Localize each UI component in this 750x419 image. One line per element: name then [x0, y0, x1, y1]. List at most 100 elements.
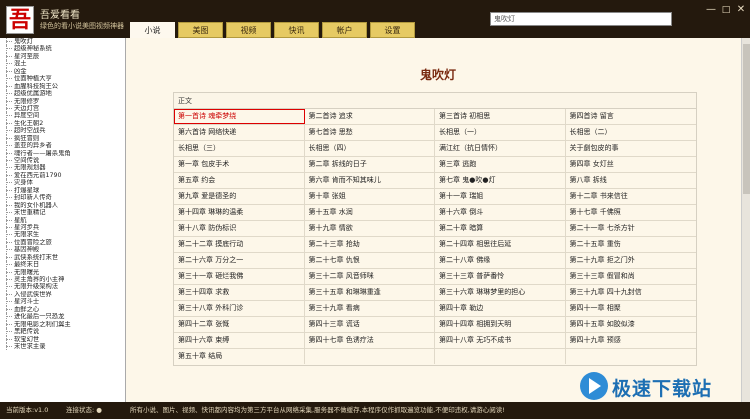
chapter-link[interactable]: 第七章 鬼●吹●灯 — [435, 173, 566, 188]
novel-list-item[interactable]: 天边灯宫 — [0, 104, 125, 113]
chapter-link[interactable]: 第三十九章 看病 — [305, 301, 435, 316]
chapter-link[interactable]: 第三十九章 四十九封信 — [566, 285, 697, 300]
chapter-link[interactable]: 第二首诗 追求 — [305, 109, 435, 124]
chapter-link[interactable]: 第二十一章 七杀方针 — [566, 221, 697, 236]
chapter-link[interactable]: 第二十八章 佛缘 — [435, 253, 566, 268]
minimize-icon[interactable]: — — [704, 4, 718, 16]
novel-list-item[interactable]: 爱在西元前1790 — [0, 171, 125, 180]
novel-list-item[interactable]: 疯狂冒则 — [0, 134, 125, 143]
chapter-link[interactable]: 第七首诗 思愁 — [305, 125, 435, 140]
novel-list-item[interactable]: 末世重精记 — [0, 209, 125, 217]
novel-list-item[interactable]: 基因神殿 — [0, 246, 125, 254]
novel-list-item[interactable]: 软宝幻世 — [0, 335, 125, 343]
novel-list-item[interactable]: 末世求主录 — [0, 342, 125, 351]
chapter-link[interactable]: 第四十六章 束缚 — [174, 333, 305, 348]
tab-account[interactable]: 帐户 — [322, 22, 367, 38]
chapter-link[interactable]: 第四十五章 如胶似漆 — [566, 317, 697, 332]
chapter-link[interactable]: 第四十八章 无巧不成书 — [435, 333, 566, 348]
novel-list-item[interactable]: 灾身体 — [0, 179, 125, 187]
novel-list-item[interactable]: 鬼吹灯 — [0, 38, 125, 46]
novel-list-item[interactable]: 超级神秘系统 — [0, 45, 125, 53]
chapter-link[interactable]: 第五十章 结局 — [174, 349, 305, 364]
novel-list-item[interactable]: 位面种植大亨 — [0, 75, 125, 83]
chapter-link[interactable]: 第四首诗 留言 — [566, 109, 697, 124]
novel-list-item[interactable]: 无限升级架构法 — [0, 283, 125, 291]
tab-settings[interactable]: 设置 — [370, 22, 415, 38]
chapter-link[interactable]: 长相思（一） — [435, 125, 566, 140]
chapter-link[interactable]: 第二章 拆线的日子 — [305, 157, 435, 172]
novel-list-item[interactable]: 空间传说 — [0, 157, 125, 165]
novel-list-item[interactable]: 星河至辰 — [0, 52, 125, 61]
chapter-link[interactable]: 长相思（三） — [174, 141, 305, 156]
novel-list-item[interactable]: 星河步兵 — [0, 223, 125, 232]
novel-list-item[interactable]: 盖亚的异乡者 — [0, 142, 125, 150]
novel-list-item[interactable]: 灵主角界的小主神 — [0, 276, 125, 284]
chapter-link[interactable]: 第十七章 千佛照 — [566, 205, 697, 220]
chapter-link[interactable]: 第五章 约会 — [174, 173, 305, 188]
tab-novel[interactable]: 小说 — [130, 22, 175, 38]
close-icon[interactable]: ✕ — [734, 4, 748, 16]
chapter-link[interactable]: 第九章 爱是德圣的 — [174, 189, 305, 204]
maximize-icon[interactable]: □ — [719, 4, 733, 16]
scroll-thumb[interactable] — [743, 44, 750, 194]
novel-list-item[interactable]: 凶金 — [0, 67, 125, 76]
chapter-link[interactable]: 第四章 女灯丝 — [566, 157, 697, 172]
novel-list-item[interactable]: 生化王朝2 — [0, 119, 125, 128]
novel-list-item[interactable]: 无限求生 — [0, 231, 125, 239]
novel-list-item[interactable]: 位面冒险之旅 — [0, 238, 125, 247]
chapter-link[interactable]: 第八章 拆线 — [566, 173, 697, 188]
chapter-link[interactable]: 第六首诗 网络快递 — [174, 125, 305, 140]
novel-list-item[interactable]: 我的女仆机器人 — [0, 201, 125, 210]
scrollbar[interactable] — [741, 38, 750, 402]
chapter-link[interactable]: 第十五章 水润 — [305, 205, 435, 220]
novel-list-item[interactable]: 血鲜之心 — [0, 305, 125, 314]
novel-list-item[interactable]: 异度空间 — [0, 112, 125, 120]
chapter-link[interactable]: 第三十一章 砸烂我佛 — [174, 269, 305, 284]
chapter-link[interactable]: 第十章 张姐 — [305, 189, 435, 204]
chapter-link[interactable]: 第十四章 琳琳的温柔 — [174, 205, 305, 220]
chapter-link[interactable]: 第一首诗 魂牵梦绕 — [174, 109, 305, 124]
novel-list-item[interactable]: 武侠系统打末世 — [0, 253, 125, 262]
chapter-link[interactable]: 第十二章 书来信往 — [566, 189, 697, 204]
novel-list-item[interactable]: 魂行者——屠杀鬼角 — [0, 149, 125, 157]
chapter-link[interactable]: 长相思（二） — [566, 125, 697, 140]
chapter-link[interactable]: 关于劇包皮的事 — [566, 141, 697, 156]
chapter-link[interactable]: 第三十六章 琳琳梦里的担心 — [435, 285, 566, 300]
chapter-link[interactable]: 满江红（抗日情怀） — [435, 141, 566, 156]
novel-list-item[interactable]: 超级优属游地 — [0, 90, 125, 98]
chapter-link[interactable]: 第四十章 勒边 — [435, 301, 566, 316]
chapter-link[interactable]: 第三十二章 风音师咪 — [305, 269, 435, 284]
novel-list-item[interactable]: 血腥科技狗王公 — [0, 82, 125, 91]
chapter-link[interactable]: 第三十四章 求救 — [174, 285, 305, 300]
chapter-link[interactable]: 第三首诗 初相思 — [435, 109, 566, 124]
chapter-link[interactable]: 第十九章 情欲 — [305, 221, 435, 236]
chapter-link[interactable]: 第四十二章 张慨 — [174, 317, 305, 332]
chapter-link[interactable]: 第四十一章 相聚 — [566, 301, 697, 316]
search-input[interactable] — [490, 12, 672, 26]
chapter-link[interactable]: 第二十三章 抢劫 — [305, 237, 435, 252]
chapter-link[interactable]: 第四十七章 色诱疗法 — [305, 333, 435, 348]
chapter-link[interactable]: 第六章 肯而不知其味儿 — [305, 173, 435, 188]
chapter-link[interactable]: 第四十三章 谎话 — [305, 317, 435, 332]
novel-list-item[interactable]: 无限规划器 — [0, 164, 125, 172]
novel-list-item[interactable]: 最终末日 — [0, 261, 125, 269]
novel-list-item[interactable]: 星河斗士 — [0, 298, 125, 306]
chapter-link[interactable]: 第一章 包皮手术 — [174, 157, 305, 172]
chapter-link[interactable]: 第二十九章 拒之门外 — [566, 253, 697, 268]
chapter-link[interactable]: 第二十二章 摸底行动 — [174, 237, 305, 252]
tab-news[interactable]: 快讯 — [274, 22, 319, 38]
novel-list-item[interactable]: 封印新人传奇 — [0, 194, 125, 202]
novel-list-item[interactable]: 打爆星球 — [0, 186, 125, 195]
chapter-link[interactable]: 第二十章 暗算 — [435, 221, 566, 236]
novel-list-item[interactable]: 无限修罗 — [0, 97, 125, 105]
chapter-link[interactable]: 第十六章 倒斗 — [435, 205, 566, 220]
chapter-link[interactable]: 第三章 逃跑 — [435, 157, 566, 172]
novel-list-item[interactable]: 黑耙传说 — [0, 328, 125, 336]
novel-list-item[interactable]: 入侵武侠世界 — [0, 290, 125, 299]
chapter-link[interactable]: 第四十四章 相拥到天明 — [435, 317, 566, 332]
novel-list-item[interactable]: 无限电影之利们翼主 — [0, 320, 125, 329]
chapter-link[interactable]: 第三十八章 外科门诊 — [174, 301, 305, 316]
tab-pictures[interactable]: 美图 — [178, 22, 223, 38]
chapter-link[interactable]: 第四十九章 预感 — [566, 333, 697, 348]
chapter-link[interactable]: 第二十五章 重伤 — [566, 237, 697, 252]
